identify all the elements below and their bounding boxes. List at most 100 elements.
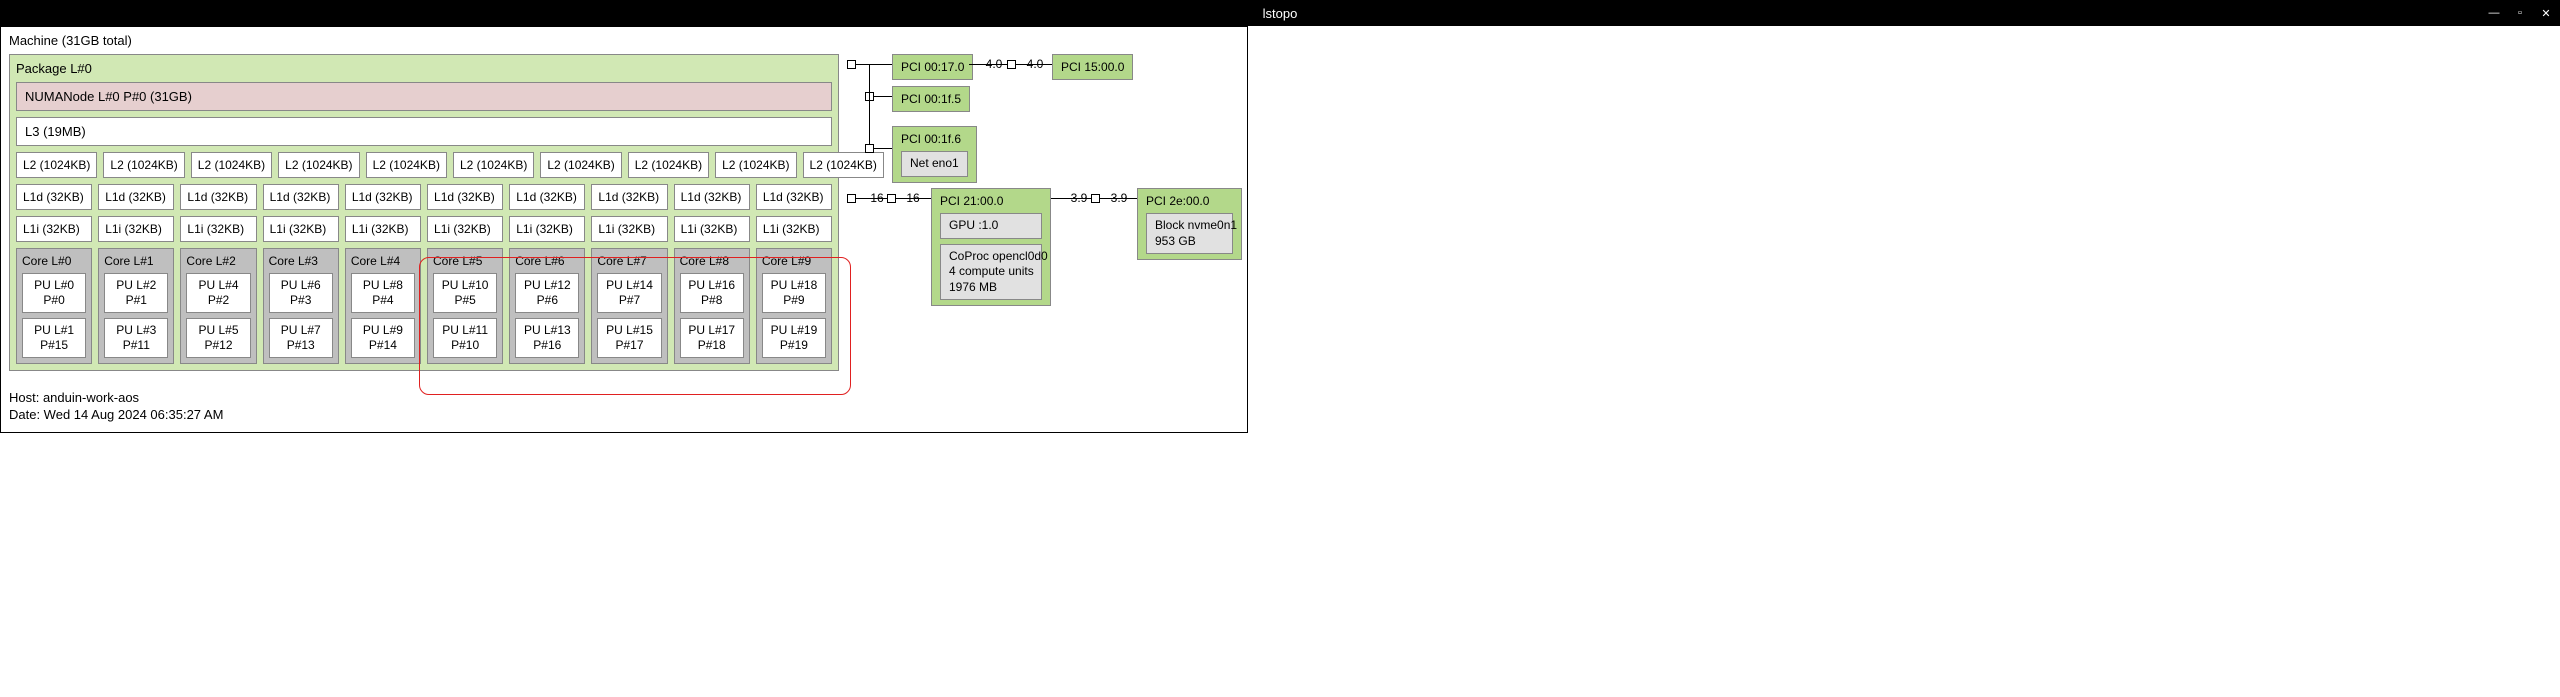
cache-cache: L2 (1024KB)	[103, 152, 184, 178]
cache-cache: L2 (1024KB)	[366, 152, 447, 178]
osdev-label: GPU :1.0	[949, 218, 998, 232]
bandwidth-label: 16	[906, 191, 919, 205]
processing-unit: PU L#3P#11	[104, 318, 168, 358]
cache-cache: L2 (1024KB)	[540, 152, 621, 178]
junction-icon	[847, 194, 856, 203]
cache-cache: L1d (32KB)	[98, 184, 174, 210]
pci-label: PCI 00:1f.6	[901, 132, 961, 146]
junction-icon	[1007, 60, 1016, 69]
minimize-icon[interactable]: —	[2488, 7, 2500, 19]
cores-row: Core L#0PU L#0P#0PU L#1P#15 Core L#1 PU L#…	[16, 248, 832, 364]
core: Core L#6 PU L#12P#6 PU L#13P#16	[509, 248, 585, 364]
processing-unit: PU L#10P#5	[433, 273, 497, 313]
pci-label: PCI 15:00.0	[1061, 60, 1124, 74]
window-controls: — ▫ ✕	[2488, 0, 2552, 26]
cache-cache: L1d (32KB)	[427, 184, 503, 210]
core-label: Core L#9	[762, 254, 826, 268]
core-label: Core L#6	[515, 254, 579, 268]
package-label: Package L#0	[16, 61, 832, 76]
io-column: PCI 00:17.0 4.0 4.0 PCI 15:00.0 PCI 00:1…	[847, 54, 1239, 384]
cache-cache: L1d (32KB)	[263, 184, 339, 210]
cache-cache: L1i (32KB)	[591, 216, 667, 242]
processing-unit: PU L#9P#14	[351, 318, 415, 358]
osdev-line: Block nvme0n1	[1155, 218, 1237, 232]
cache-cache: L1d (32KB)	[345, 184, 421, 210]
core: Core L#7PU L#14P#7PU L#15P#17	[591, 248, 667, 364]
bandwidth-label: 3.9	[1111, 191, 1128, 205]
l2-row: L2 (1024KB)L2 (1024KB)L2 (1024KB)L2 (102…	[16, 152, 832, 178]
cache-cache: L2 (1024KB)	[278, 152, 359, 178]
processing-unit: PU L#2P#1	[104, 273, 168, 313]
osdev-line: 953 GB	[1155, 234, 1196, 248]
cache-cache: L1i (32KB)	[98, 216, 174, 242]
cache-cache: L1i (32KB)	[263, 216, 339, 242]
processing-unit: PU L#1P#15	[22, 318, 86, 358]
pci-device: PCI 00:17.0	[892, 54, 973, 80]
junction-icon	[865, 144, 874, 153]
junction-icon	[1091, 194, 1100, 203]
core-label: Core L#2	[186, 254, 250, 268]
processing-unit: PU L#4P#2	[186, 273, 250, 313]
footer-date: Date: Wed 14 Aug 2024 06:35:27 AM	[9, 407, 1239, 424]
pci-label: PCI 2e:00.0	[1146, 194, 1209, 208]
processing-unit: PU L#17P#18	[680, 318, 744, 358]
core: Core L#9 PU L#18P#9 PU L#19P#19	[756, 248, 832, 364]
pci-device: PCI 00:1f.6 Net eno1	[892, 126, 977, 183]
core: Core L#8PU L#16P#8PU L#17P#18	[674, 248, 750, 364]
core-label: Core L#1	[104, 254, 168, 268]
cache-cache: L1d (32KB)	[674, 184, 750, 210]
junction-icon	[847, 60, 856, 69]
cache-cache: L2 (1024KB)	[16, 152, 97, 178]
topology-canvas: Machine (31GB total) Package L#0 NUMANod…	[0, 26, 1248, 433]
cache-cache: L1i (32KB)	[16, 216, 92, 242]
core: Core L#3PU L#6P#3PU L#7P#13	[263, 248, 339, 364]
package: Package L#0 NUMANode L#0 P#0 (31GB) L3 (…	[9, 54, 839, 371]
l3-cache: L3 (19MB)	[16, 117, 832, 146]
pci-osdev: Net eno1	[901, 151, 968, 177]
osdev-line: 4 compute units	[949, 264, 1034, 278]
l1i-row: L1i (32KB)L1i (32KB)L1i (32KB)L1i (32KB)…	[16, 216, 832, 242]
processing-unit: PU L#18P#9	[762, 273, 826, 313]
machine-label: Machine (31GB total)	[9, 33, 1239, 48]
cache-cache: L1d (32KB)	[756, 184, 832, 210]
bandwidth-label: 4.0	[1027, 57, 1044, 71]
cache-cache: L1i (32KB)	[427, 216, 503, 242]
pci-osdev: Block nvme0n1 953 GB	[1146, 213, 1233, 254]
core: Core L#1 PU L#2P#1 PU L#3P#11	[98, 248, 174, 364]
core-label: Core L#0	[22, 254, 86, 268]
cache-cache: L2 (1024KB)	[191, 152, 272, 178]
processing-unit: PU L#6P#3	[269, 273, 333, 313]
close-icon[interactable]: ✕	[2540, 7, 2552, 20]
pci-device: PCI 00:1f.5	[892, 86, 970, 112]
cache-cache: L1d (32KB)	[509, 184, 585, 210]
window-title: lstopo	[1263, 6, 1298, 21]
cache-cache: L1d (32KB)	[591, 184, 667, 210]
bandwidth-label: 4.0	[986, 57, 1003, 71]
pci-osdev: CoProc opencl0d0 4 compute units 1976 MB	[940, 244, 1042, 301]
cache-cache: L1i (32KB)	[180, 216, 256, 242]
maximize-icon[interactable]: ▫	[2514, 7, 2526, 19]
processing-unit: PU L#14P#7	[597, 273, 661, 313]
core-label: Core L#5	[433, 254, 497, 268]
cache-cache: L2 (1024KB)	[453, 152, 534, 178]
processing-unit: PU L#12P#6	[515, 273, 579, 313]
osdev-line: 1976 MB	[949, 280, 997, 294]
core-label: Core L#8	[680, 254, 744, 268]
junction-icon	[887, 194, 896, 203]
processing-unit: PU L#13P#16	[515, 318, 579, 358]
processing-unit: PU L#19P#19	[762, 318, 826, 358]
bandwidth-label: 3.9	[1071, 191, 1088, 205]
cache-cache: L1i (32KB)	[756, 216, 832, 242]
pci-label: PCI 00:1f.5	[901, 92, 961, 106]
pci-label: PCI 00:17.0	[901, 60, 964, 74]
core: Core L#0PU L#0P#0PU L#1P#15	[16, 248, 92, 364]
pci-osdev: GPU :1.0	[940, 213, 1042, 239]
cache-cache: L2 (1024KB)	[715, 152, 796, 178]
numa-node: NUMANode L#0 P#0 (31GB)	[16, 82, 832, 111]
pci-device: PCI 21:00.0 GPU :1.0 CoProc opencl0d0 4 …	[931, 188, 1051, 306]
processing-unit: PU L#7P#13	[269, 318, 333, 358]
osdev-label: Net eno1	[910, 156, 959, 170]
pci-device: PCI 2e:00.0 Block nvme0n1 953 GB	[1137, 188, 1242, 260]
cache-cache: L1i (32KB)	[674, 216, 750, 242]
processing-unit: PU L#5P#12	[186, 318, 250, 358]
